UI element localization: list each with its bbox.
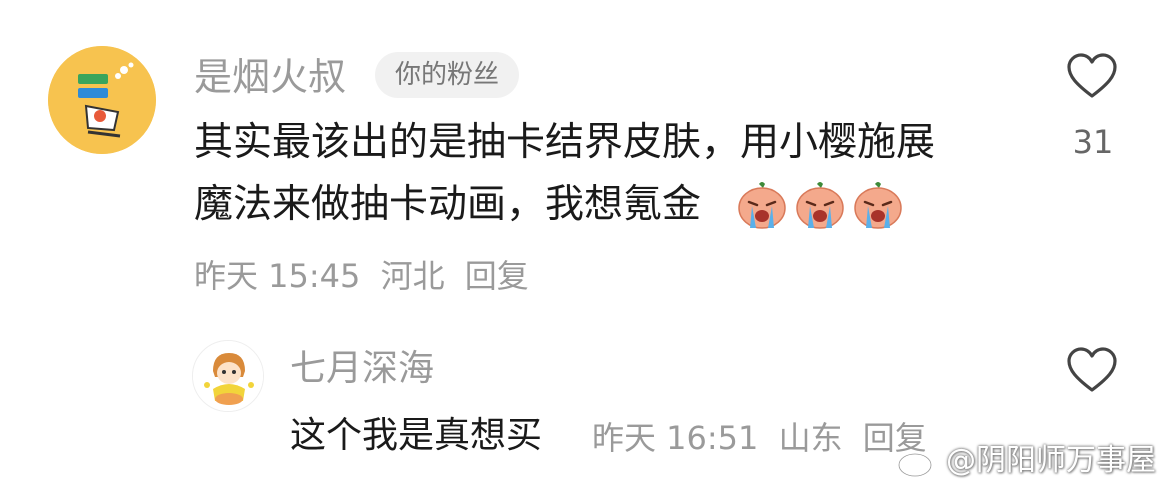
commenter-username[interactable]: 是烟火叔 [194,54,346,100]
crying-face-icon [796,182,844,229]
crying-face-icon [738,182,786,229]
comment-reply-button[interactable]: 回复 [465,257,529,295]
watermark-text: @阴阳师万事屋 [946,443,1156,478]
comment-text-line2: 魔法来做抽卡动画，我想氪金 [194,182,702,227]
reply-text: 这个我是真想买 [290,415,543,456]
reply-like-heart-icon[interactable] [1066,346,1118,394]
crying-face-icon [854,182,902,229]
reply-meta: 昨天 16:51 山东 回复 [592,418,927,458]
comment-meta: 昨天 15:45 河北 回复 [194,256,529,296]
watermark: @阴阳师万事屋 [896,441,1156,481]
avatar-illustration [193,341,263,411]
like-count: 31 [1072,123,1114,161]
comment-text-line1: 其实最该出的是抽卡结界皮肤，用小樱施展 [194,120,936,165]
avatar-illustration [48,46,156,154]
like-heart-icon[interactable] [1066,52,1118,100]
reply-time: 昨天 16:51 [592,419,759,457]
comment-emojis [735,178,905,232]
replier-username[interactable]: 七月深海 [290,346,434,392]
fan-badge: 你的粉丝 [375,52,520,98]
weibo-logo-icon [897,447,938,478]
commenter-avatar[interactable] [48,46,156,154]
comment-time: 昨天 15:45 [194,257,361,295]
reply-location: 山东 [778,419,843,457]
replier-avatar[interactable] [192,340,264,412]
comment-location: 河北 [380,257,445,295]
